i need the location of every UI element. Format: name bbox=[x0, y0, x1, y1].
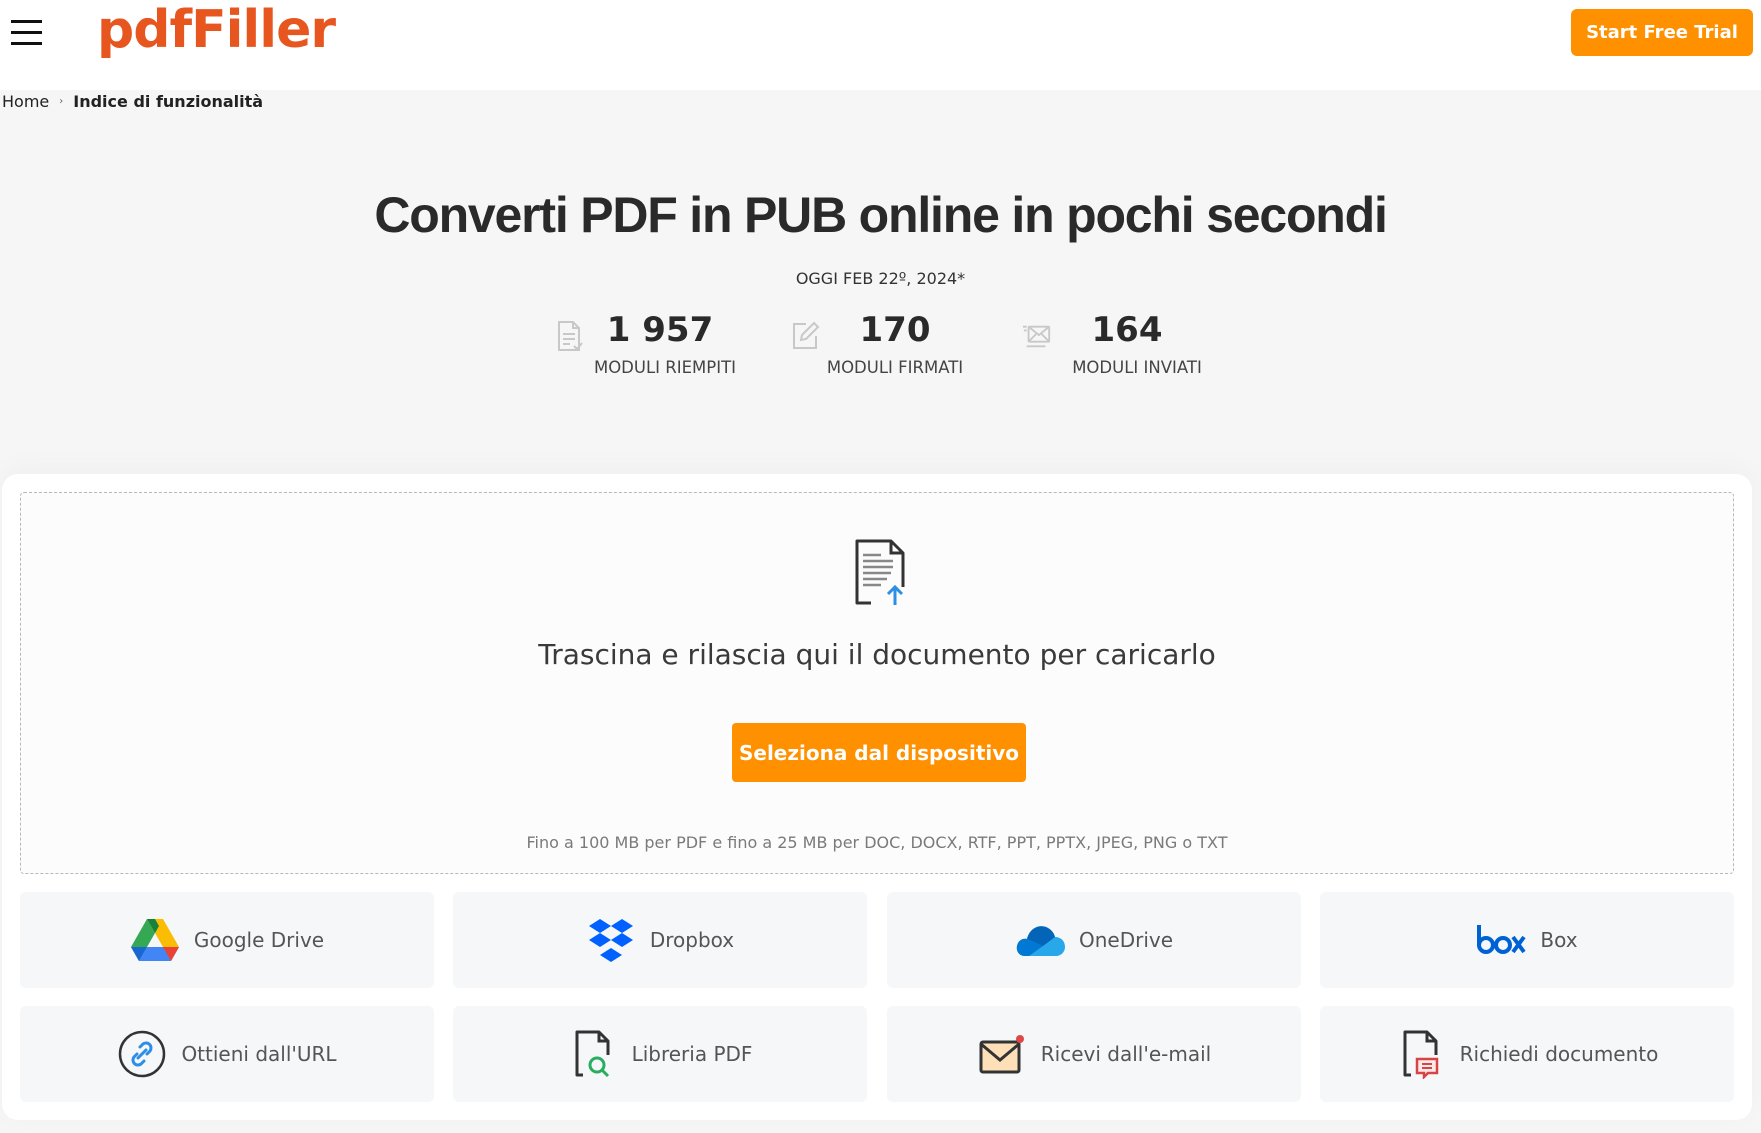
google-drive-icon bbox=[130, 915, 180, 965]
hamburger-menu-icon[interactable] bbox=[11, 19, 42, 46]
stat-sent: 164 MODULI INVIATI bbox=[1022, 310, 1222, 390]
source-box[interactable]: Box bbox=[1320, 892, 1734, 988]
stat-value: 164 bbox=[1091, 310, 1163, 350]
onedrive-icon bbox=[1015, 915, 1065, 965]
breadcrumb: Home › Indice di funzionalità bbox=[2, 90, 263, 112]
pdf-library-icon bbox=[568, 1029, 618, 1079]
stat-filled: 1 957 MODULI RIEMPITI bbox=[555, 310, 755, 390]
box-icon bbox=[1476, 915, 1527, 965]
email-icon bbox=[977, 1029, 1027, 1079]
upload-card: Trascina e rilascia qui il documento per… bbox=[2, 474, 1752, 1120]
breadcrumb-home[interactable]: Home bbox=[2, 92, 49, 111]
source-url[interactable]: Ottieni dall'URL bbox=[20, 1006, 434, 1102]
sent-form-icon bbox=[1022, 325, 1051, 348]
select-from-device-button[interactable]: Seleziona dal dispositivo bbox=[732, 723, 1026, 782]
stat-value: 170 bbox=[859, 310, 931, 350]
source-label: Richiedi documento bbox=[1459, 1042, 1659, 1066]
request-document-icon bbox=[1396, 1029, 1446, 1079]
drop-zone[interactable]: Trascina e rilascia qui il documento per… bbox=[20, 492, 1734, 874]
link-icon bbox=[117, 1029, 167, 1079]
signed-form-icon bbox=[793, 321, 820, 349]
drop-instructions: Trascina e rilascia qui il documento per… bbox=[538, 638, 1216, 671]
source-label: Dropbox bbox=[649, 928, 735, 952]
source-email[interactable]: Ricevi dall'e-mail bbox=[887, 1006, 1301, 1102]
breadcrumb-separator-icon: › bbox=[59, 95, 64, 107]
source-label: Box bbox=[1540, 928, 1578, 952]
site-header: pdfFiller Start Free Trial bbox=[0, 0, 1761, 90]
stat-label: MODULI INVIATI bbox=[1072, 358, 1202, 377]
source-label: OneDrive bbox=[1078, 928, 1174, 952]
start-free-trial-button[interactable]: Start Free Trial bbox=[1571, 9, 1753, 56]
source-google-drive[interactable]: Google Drive bbox=[20, 892, 434, 988]
source-pdf-library[interactable]: Libreria PDF bbox=[453, 1006, 867, 1102]
page-title: Converti PDF in PUB online in pochi seco… bbox=[374, 187, 1388, 243]
source-label: Ottieni dall'URL bbox=[181, 1042, 337, 1066]
filled-form-icon bbox=[558, 321, 583, 351]
stat-value: 1 957 bbox=[606, 310, 714, 350]
dropbox-icon bbox=[586, 915, 636, 965]
document-upload-icon bbox=[855, 539, 905, 605]
file-limits-note: Fino a 100 MB per PDF e fino a 25 MB per… bbox=[526, 833, 1228, 852]
source-dropbox[interactable]: Dropbox bbox=[453, 892, 867, 988]
source-label: Libreria PDF bbox=[631, 1042, 753, 1066]
stats-date: OGGI FEB 22º, 2024* bbox=[795, 269, 966, 288]
source-label: Google Drive bbox=[193, 928, 325, 952]
stat-label: MODULI RIEMPITI bbox=[593, 358, 737, 377]
breadcrumb-current[interactable]: Indice di funzionalità bbox=[73, 92, 263, 111]
stat-label: MODULI FIRMATI bbox=[826, 358, 964, 377]
source-onedrive[interactable]: OneDrive bbox=[887, 892, 1301, 988]
source-request-document[interactable]: Richiedi documento bbox=[1320, 1006, 1734, 1102]
source-label: Ricevi dall'e-mail bbox=[1040, 1042, 1212, 1066]
stat-signed: 170 MODULI FIRMATI bbox=[790, 310, 990, 390]
pdffiller-logo[interactable]: pdfFiller bbox=[97, 0, 336, 60]
